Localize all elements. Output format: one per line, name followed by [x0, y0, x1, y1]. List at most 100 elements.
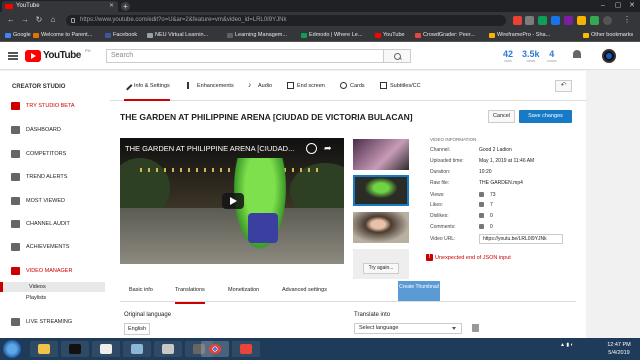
start-button[interactable] — [3, 340, 21, 358]
back-icon[interactable]: ← — [6, 15, 16, 25]
thumbnail-option[interactable] — [353, 212, 409, 243]
editor-tabs: Info & Settings Enhancements ♪ Audio End … — [110, 71, 586, 101]
tab-basic-info[interactable]: Basic info — [129, 287, 153, 293]
page-title: THE GARDEN AT PHILIPPINE ARENA [CIUDAD D… — [120, 112, 413, 122]
bookmark-google[interactable]: Google — [4, 29, 31, 41]
menu-dots-icon[interactable]: ⋮ — [622, 15, 632, 25]
close-window-icon[interactable]: ✕ — [625, 1, 639, 11]
close-tab-icon[interactable]: ✕ — [109, 1, 114, 12]
youtube-favicon-icon — [5, 4, 13, 9]
url-input[interactable]: https://www.youtube.com/edit?o=U&ar=2&fe… — [66, 15, 506, 26]
address-toolbar: ← → ↻ ⌂ https://www.youtube.com/edit?o=U… — [0, 12, 640, 29]
thumbnail-option-selected[interactable] — [353, 175, 409, 206]
tab-advanced-settings[interactable]: Advanced settings — [282, 287, 327, 293]
sidebar-item-try-beta[interactable]: TRY STUDIO BETA — [0, 100, 110, 112]
most-viewed-icon — [11, 197, 20, 205]
music-note-icon: ♪ — [248, 82, 252, 89]
sidebar-subitem-playlists[interactable]: Playlists — [0, 293, 105, 303]
taskbar-explorer[interactable] — [30, 341, 58, 357]
bookmark-crowdgrader[interactable]: CrowdGrader: Peer... — [414, 29, 475, 41]
browser-tab[interactable]: YouTube ✕ — [2, 1, 118, 12]
sidebar-item-dashboard[interactable]: DASHBOARD — [0, 124, 110, 136]
search-icon[interactable] — [383, 49, 411, 63]
tab-info-settings[interactable]: Info & Settings — [122, 80, 170, 101]
terminal-icon — [69, 344, 81, 354]
chrome-icon — [209, 344, 221, 354]
tab-enhancements[interactable]: Enhancements — [187, 82, 234, 92]
cancel-button[interactable]: Cancel — [488, 110, 515, 123]
windows-taskbar: ▲ ▮ ◐ 12:47 PM 5/4/2019 — [0, 338, 640, 360]
bookmark-edmodo[interactable]: Edmodo | Where Le... — [300, 29, 362, 41]
likes-label: Likes: — [430, 202, 444, 208]
thumbnail-option[interactable] — [353, 139, 409, 170]
reload-icon[interactable]: ↻ — [34, 15, 44, 25]
taskbar-photos[interactable] — [123, 341, 151, 357]
bookmark-facebook[interactable]: Facebook — [104, 29, 137, 41]
bell-icon[interactable] — [572, 50, 582, 61]
translate-language-select[interactable]: Select language — [354, 323, 462, 334]
extension-icon[interactable] — [590, 16, 599, 25]
minimize-icon[interactable]: – — [596, 1, 610, 11]
taskbar-terminal[interactable] — [61, 341, 89, 357]
maximize-icon[interactable]: ▢ — [611, 1, 625, 11]
tab-end-screen[interactable]: End screen — [287, 82, 325, 92]
tab-audio[interactable]: ♪ Audio — [248, 82, 272, 92]
bookmark-parent[interactable]: Welcome to Parent... — [32, 29, 92, 41]
live-streaming-icon — [11, 318, 20, 326]
save-button[interactable]: Save changes — [519, 110, 572, 123]
bookmark-lms[interactable]: Learning Managem... — [226, 29, 287, 41]
play-button[interactable] — [222, 193, 244, 209]
search-input[interactable]: Search — [106, 49, 411, 63]
bookmark-star-icon[interactable] — [525, 16, 534, 25]
extension-icon[interactable] — [564, 16, 573, 25]
new-tab-button[interactable]: + — [121, 2, 130, 11]
try-again-button[interactable]: Try again... — [363, 263, 399, 274]
undo-button[interactable]: ↶ — [555, 80, 572, 92]
original-language-select[interactable]: English — [124, 323, 150, 335]
sidebar-item-channel-audit[interactable]: CHANNEL AUDIT — [0, 218, 110, 230]
taskbar-camtasia[interactable] — [232, 341, 260, 357]
home-icon[interactable]: ⌂ — [48, 15, 58, 25]
page-margin — [586, 71, 640, 343]
create-thumbnail-button[interactable]: Create Thumbnail — [398, 281, 440, 302]
trash-icon[interactable] — [472, 324, 479, 332]
video-url-field[interactable]: https://youtu.be/LRL0I9YJNk — [479, 234, 563, 244]
duration-label: Duration: — [430, 169, 451, 175]
clock[interactable]: 12:47 PM 5/4/2019 — [600, 341, 638, 357]
extension-icon[interactable] — [538, 16, 547, 25]
sidebar-item-competitors[interactable]: COMPETITORS — [0, 148, 110, 160]
tab-subtitles[interactable]: Subtitles/CC — [380, 82, 421, 92]
sidebar-item-video-manager[interactable]: VIDEO MANAGER — [0, 265, 110, 277]
taskbar-media[interactable] — [92, 341, 120, 357]
tab-cards[interactable]: Cards — [340, 82, 365, 92]
bookmark-wireframepro[interactable]: WireframePro - Sha... — [488, 29, 550, 41]
profile-icon[interactable] — [603, 16, 612, 25]
extension-icon[interactable] — [577, 16, 586, 25]
watch-later-icon[interactable] — [306, 143, 317, 154]
taskbar-chrome[interactable] — [201, 341, 229, 357]
video-player[interactable]: THE GARDEN AT PHILIPPINE ARENA [CIUDAD..… — [120, 138, 344, 264]
hamburger-menu-icon[interactable] — [8, 52, 18, 60]
divider — [120, 301, 576, 302]
avatar[interactable] — [602, 49, 616, 63]
bookmark-neu[interactable]: NEU Virtual Learnin... — [146, 29, 208, 41]
sidebar-subitem-videos[interactable]: Videos — [0, 282, 105, 292]
media-icon — [100, 344, 112, 354]
bookmark-youtube[interactable]: YouTube — [374, 29, 405, 41]
sidebar-item-trend-alerts[interactable]: TREND ALERTS — [0, 171, 110, 183]
channel-value[interactable]: Good 2 Ladion — [479, 147, 512, 153]
forward-icon[interactable]: → — [20, 15, 30, 25]
sidebar-item-most-viewed[interactable]: MOST VIEWED — [0, 195, 110, 207]
original-language-label: Original language — [124, 312, 172, 318]
bookmark-other[interactable]: Other bookmarks — [582, 29, 633, 41]
system-tray[interactable]: ▲ ▮ ◐ — [560, 342, 574, 348]
extension-icon[interactable] — [513, 16, 522, 25]
tab-title: YouTube — [16, 3, 40, 9]
sidebar-item-live-streaming[interactable]: LIVE STREAMING — [0, 316, 110, 328]
tab-monetization[interactable]: Monetization — [228, 287, 259, 293]
sidebar-item-achievements[interactable]: ACHIEVEMENTS — [0, 241, 110, 253]
extension-icon[interactable] — [551, 16, 560, 25]
browser-tab-bar: YouTube ✕ + – ▢ ✕ — [0, 0, 640, 12]
share-icon[interactable]: ➦ — [324, 144, 334, 153]
taskbar-game[interactable] — [154, 341, 182, 357]
